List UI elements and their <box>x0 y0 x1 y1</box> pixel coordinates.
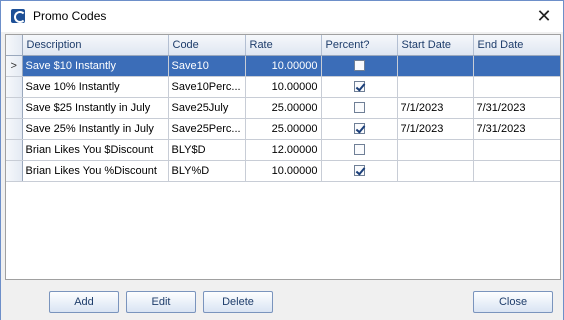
cell-percent[interactable] <box>321 97 398 119</box>
percent-checkbox[interactable] <box>353 123 365 135</box>
cell-code[interactable]: Save10Perc... <box>168 76 246 98</box>
promo-codes-window: Promo Codes ✕ Description Code Rate Perc… <box>0 0 564 320</box>
cell-code[interactable]: Save25Perc... <box>168 118 246 140</box>
table-row[interactable]: Save $25 Instantly in July Save25July 25… <box>6 97 560 119</box>
add-button[interactable]: Add <box>49 291 119 313</box>
window-title: Promo Codes <box>33 9 107 23</box>
column-header-rate[interactable]: Rate <box>245 35 322 56</box>
cell-rate[interactable]: 25.00000 <box>245 118 322 140</box>
cell-start-date[interactable] <box>397 55 474 77</box>
cell-description[interactable]: Save $25 Instantly in July <box>22 97 169 119</box>
cell-description[interactable]: Brian Likes You $Discount <box>22 139 169 161</box>
table-row[interactable]: > Save $10 Instantly Save10 10.00000 <box>6 55 560 77</box>
cell-rate[interactable]: 10.00000 <box>245 55 322 77</box>
header-row: Description Code Rate Percent? Start Dat… <box>6 35 560 56</box>
cell-start-date[interactable]: 7/1/2023 <box>397 97 474 119</box>
table-row[interactable]: Brian Likes You $Discount BLY$D 12.00000 <box>6 139 560 161</box>
promo-codes-grid[interactable]: Description Code Rate Percent? Start Dat… <box>5 34 561 280</box>
cell-start-date[interactable] <box>397 76 474 98</box>
percent-checkbox[interactable] <box>353 60 365 72</box>
table-row[interactable]: Save 25% Instantly in July Save25Perc...… <box>6 118 560 140</box>
cell-code[interactable]: Save25July <box>168 97 246 119</box>
column-header-start-date[interactable]: Start Date <box>397 35 474 56</box>
percent-checkbox[interactable] <box>353 81 365 93</box>
close-button[interactable]: Close <box>473 291 553 313</box>
cell-percent[interactable] <box>321 76 398 98</box>
title-bar: Promo Codes ✕ <box>1 1 563 32</box>
cell-start-date[interactable] <box>397 139 474 161</box>
cell-percent[interactable] <box>321 118 398 140</box>
cell-end-date[interactable] <box>473 55 560 77</box>
cell-end-date[interactable] <box>473 160 560 182</box>
row-header[interactable] <box>6 97 23 119</box>
cell-percent[interactable] <box>321 160 398 182</box>
row-header-corner <box>6 35 23 56</box>
percent-checkbox[interactable] <box>353 102 365 114</box>
cell-description[interactable]: Save 10% Instantly <box>22 76 169 98</box>
cell-rate[interactable]: 12.00000 <box>245 139 322 161</box>
row-header[interactable] <box>6 139 23 161</box>
cell-rate[interactable]: 10.00000 <box>245 160 322 182</box>
promo-codes-table: Description Code Rate Percent? Start Dat… <box>6 35 560 182</box>
cell-code[interactable]: Save10 <box>168 55 246 77</box>
cell-code[interactable]: BLY%D <box>168 160 246 182</box>
cell-rate[interactable]: 10.00000 <box>245 76 322 98</box>
current-row-indicator-icon: > <box>6 55 23 77</box>
cell-end-date[interactable] <box>473 139 560 161</box>
cell-description[interactable]: Save $10 Instantly <box>22 55 169 77</box>
table-row[interactable]: Save 10% Instantly Save10Perc... 10.0000… <box>6 76 560 98</box>
close-icon[interactable]: ✕ <box>533 5 555 27</box>
cell-start-date[interactable] <box>397 160 474 182</box>
delete-button[interactable]: Delete <box>203 291 273 313</box>
row-header[interactable] <box>6 118 23 140</box>
percent-checkbox[interactable] <box>353 144 365 156</box>
dialog-body: Description Code Rate Percent? Start Dat… <box>1 32 563 320</box>
edit-button[interactable]: Edit <box>126 291 196 313</box>
percent-checkbox[interactable] <box>353 165 365 177</box>
cell-percent[interactable] <box>321 139 398 161</box>
app-icon <box>11 9 26 23</box>
cell-start-date[interactable]: 7/1/2023 <box>397 118 474 140</box>
row-header[interactable] <box>6 76 23 98</box>
table-row[interactable]: Brian Likes You %Discount BLY%D 10.00000 <box>6 160 560 182</box>
column-header-code[interactable]: Code <box>168 35 246 56</box>
cell-code[interactable]: BLY$D <box>168 139 246 161</box>
column-header-description[interactable]: Description <box>22 35 169 56</box>
column-header-end-date[interactable]: End Date <box>473 35 560 56</box>
cell-description[interactable]: Brian Likes You %Discount <box>22 160 169 182</box>
cell-percent[interactable] <box>321 55 398 77</box>
cell-end-date[interactable]: 7/31/2023 <box>473 97 560 119</box>
cell-end-date[interactable] <box>473 76 560 98</box>
cell-description[interactable]: Save 25% Instantly in July <box>22 118 169 140</box>
column-header-percent[interactable]: Percent? <box>321 35 398 56</box>
row-header[interactable] <box>6 160 23 182</box>
cell-end-date[interactable]: 7/31/2023 <box>473 118 560 140</box>
cell-rate[interactable]: 25.00000 <box>245 97 322 119</box>
